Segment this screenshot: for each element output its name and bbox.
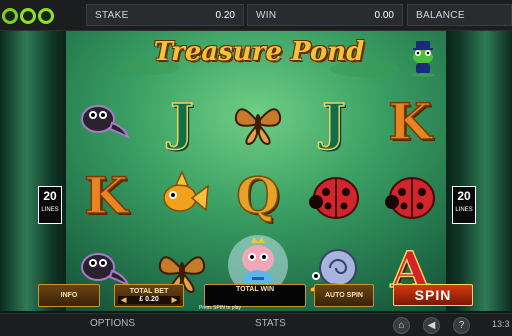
top-bar: STAKE 0.20 WIN 0.00 BALANCE	[0, 0, 512, 31]
frog-mascot-icon	[411, 41, 435, 77]
game-title: Treasure Pond	[153, 37, 365, 67]
letter-k-symbol: K	[374, 85, 446, 159]
k-letter: K	[84, 166, 129, 225]
letter-k-symbol: K	[70, 159, 142, 233]
bottom-bar: OPTIONS STATS ⌂ ◀ ? 13:3	[0, 313, 512, 336]
info-label: INFO	[60, 292, 78, 299]
left-curtain	[0, 31, 66, 311]
tadpole-symbol	[70, 85, 142, 159]
lines-count: 20	[457, 189, 471, 203]
home-icon[interactable]: ⌂	[393, 317, 410, 334]
ladybird-symbol	[374, 159, 446, 233]
q-letter: Q	[235, 166, 280, 225]
win-readout: WIN 0.00	[247, 4, 403, 26]
ladybird-icon	[385, 177, 435, 219]
total-bet-row: ◀ £ 0.20 ▶	[118, 295, 180, 304]
lines-label: LINES	[455, 207, 473, 213]
logo-ring-icon	[20, 7, 36, 24]
total-bet-value: £ 0.20	[139, 296, 159, 303]
lines-label: LINES	[41, 207, 59, 213]
reel-2: J	[146, 85, 218, 307]
total-bet-label: TOTAL BET	[129, 287, 169, 295]
right-curtain	[446, 31, 512, 311]
spin-button[interactable]: SPIN	[393, 284, 473, 306]
reel-4: J	[298, 85, 370, 307]
balance-readout: BALANCE	[407, 4, 512, 26]
reel-area: K J Q J K A	[70, 85, 445, 307]
bet-decrease-icon[interactable]: ◀	[121, 296, 126, 304]
sound-icon[interactable]: ◀	[423, 317, 440, 334]
stake-readout: STAKE 0.20	[86, 4, 244, 26]
stake-value: 0.20	[215, 9, 235, 21]
ladybird-symbol	[298, 159, 370, 233]
options-button[interactable]: OPTIONS	[90, 318, 135, 329]
reel-5: K A	[374, 85, 446, 307]
geco-logo	[2, 3, 68, 28]
butterfly-icon	[234, 108, 282, 146]
stake-label: STAKE	[95, 9, 129, 21]
auto-spin-label: AUTO SPIN	[325, 291, 363, 299]
info-button[interactable]: INFO	[38, 284, 100, 307]
auto-spin-button[interactable]: AUTO SPIN	[314, 284, 374, 307]
lines-indicator-right: 20 LINES	[452, 186, 476, 224]
butterfly-symbol	[222, 85, 294, 159]
lines-indicator-left: 20 LINES	[38, 186, 62, 224]
j-letter: J	[321, 92, 346, 151]
win-label: WIN	[256, 9, 277, 21]
logo-ring-icon	[2, 7, 18, 24]
tadpole-icon	[81, 105, 130, 140]
logo-ring-icon	[38, 7, 54, 24]
goldfish-icon	[163, 170, 209, 212]
spin-label: SPIN	[414, 287, 452, 303]
win-value: 0.00	[374, 9, 394, 21]
balance-label: BALANCE	[416, 9, 465, 21]
j-letter: J	[169, 92, 194, 151]
press-spin-hint: Press SPIN to play	[199, 305, 241, 311]
total-win-display: TOTAL WIN	[204, 284, 306, 307]
help-icon[interactable]: ?	[453, 317, 470, 334]
bet-increase-icon[interactable]: ▶	[172, 296, 177, 304]
clock-time: 13:3	[492, 319, 510, 329]
letter-j-symbol: J	[298, 85, 370, 159]
letter-j-symbol: J	[146, 85, 218, 159]
lines-count: 20	[43, 189, 57, 203]
k-letter: K	[388, 92, 433, 151]
ladybird-icon	[309, 177, 359, 219]
stats-button[interactable]: STATS	[255, 318, 286, 329]
total-win-label: TOTAL WIN	[235, 286, 275, 293]
total-bet-control: TOTAL BET ◀ £ 0.20 ▶	[114, 284, 184, 307]
letter-q-symbol: Q	[222, 159, 294, 233]
goldfish-symbol	[146, 159, 218, 233]
reel-3: Q	[222, 85, 294, 307]
game-scene: Treasure Pond 20 LINES 20 LINES K J Q J …	[0, 31, 512, 311]
reel-1: K	[70, 85, 142, 307]
